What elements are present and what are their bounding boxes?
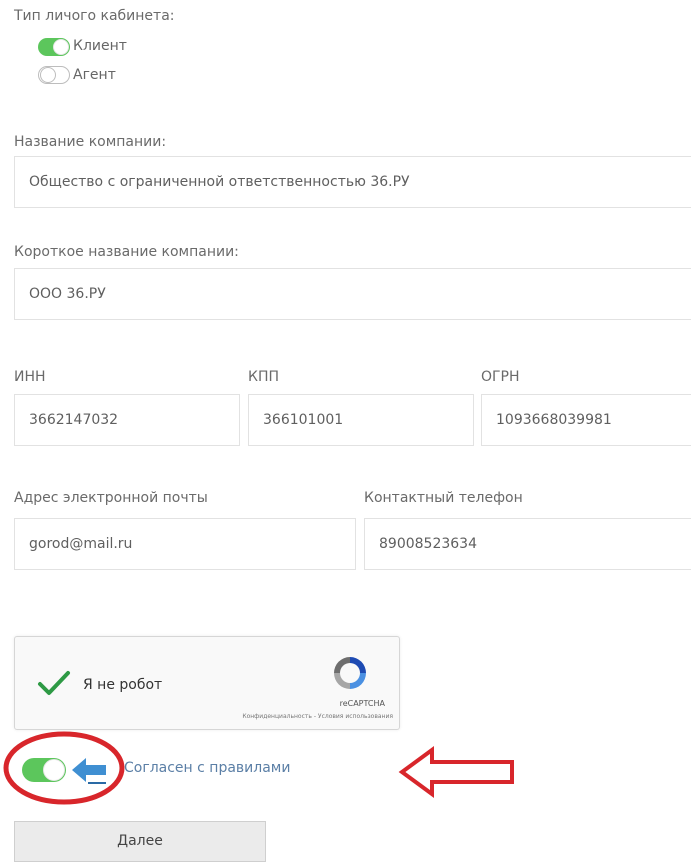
company-name-field[interactable]: Общество с ограниченной ответственностью…	[14, 156, 691, 208]
phone-field[interactable]: 89008523634	[364, 518, 691, 570]
blue-arrow-icon	[72, 758, 106, 784]
email-field[interactable]: gorod@mail.ru	[14, 518, 356, 570]
agree-rules-link[interactable]: Согласен с правилами	[124, 760, 290, 776]
captcha-text: Я не робот	[83, 677, 163, 693]
recaptcha-brand: reCAPTCHA	[339, 699, 385, 708]
inn-label: ИНН	[14, 369, 46, 385]
toggle-knob	[53, 39, 69, 55]
ogrn-label: ОГРН	[481, 369, 520, 385]
client-option-label[interactable]: Клиент	[73, 38, 127, 54]
ogrn-field[interactable]: 1093668039981	[481, 394, 691, 446]
inn-field[interactable]: 3662147032	[14, 394, 240, 446]
annotation-circle	[3, 731, 125, 805]
kpp-field[interactable]: 366101001	[248, 394, 474, 446]
client-toggle[interactable]	[38, 38, 70, 56]
recaptcha-footer[interactable]: Конфиденциальность - Условия использован…	[242, 713, 393, 720]
company-name-label: Название компании:	[14, 134, 167, 150]
short-name-label: Короткое название компании:	[14, 244, 239, 260]
toggle-knob	[40, 67, 56, 83]
agent-option-label[interactable]: Агент	[73, 67, 116, 83]
recaptcha-logo-icon	[334, 657, 366, 689]
kpp-label: КПП	[248, 369, 279, 385]
red-arrow-icon	[398, 746, 514, 798]
phone-label: Контактный телефон	[364, 490, 523, 506]
checkmark-icon[interactable]	[37, 670, 71, 698]
short-name-field[interactable]: ООО 36.РУ	[14, 268, 691, 320]
account-type-label: Тип личого кабинета:	[14, 8, 175, 24]
next-button[interactable]: Далее	[14, 821, 266, 862]
recaptcha-widget: Я не робот reCAPTCHA Конфиденциальность …	[14, 636, 400, 730]
email-label: Адрес электронной почты	[14, 490, 208, 506]
agent-toggle[interactable]	[38, 66, 70, 84]
